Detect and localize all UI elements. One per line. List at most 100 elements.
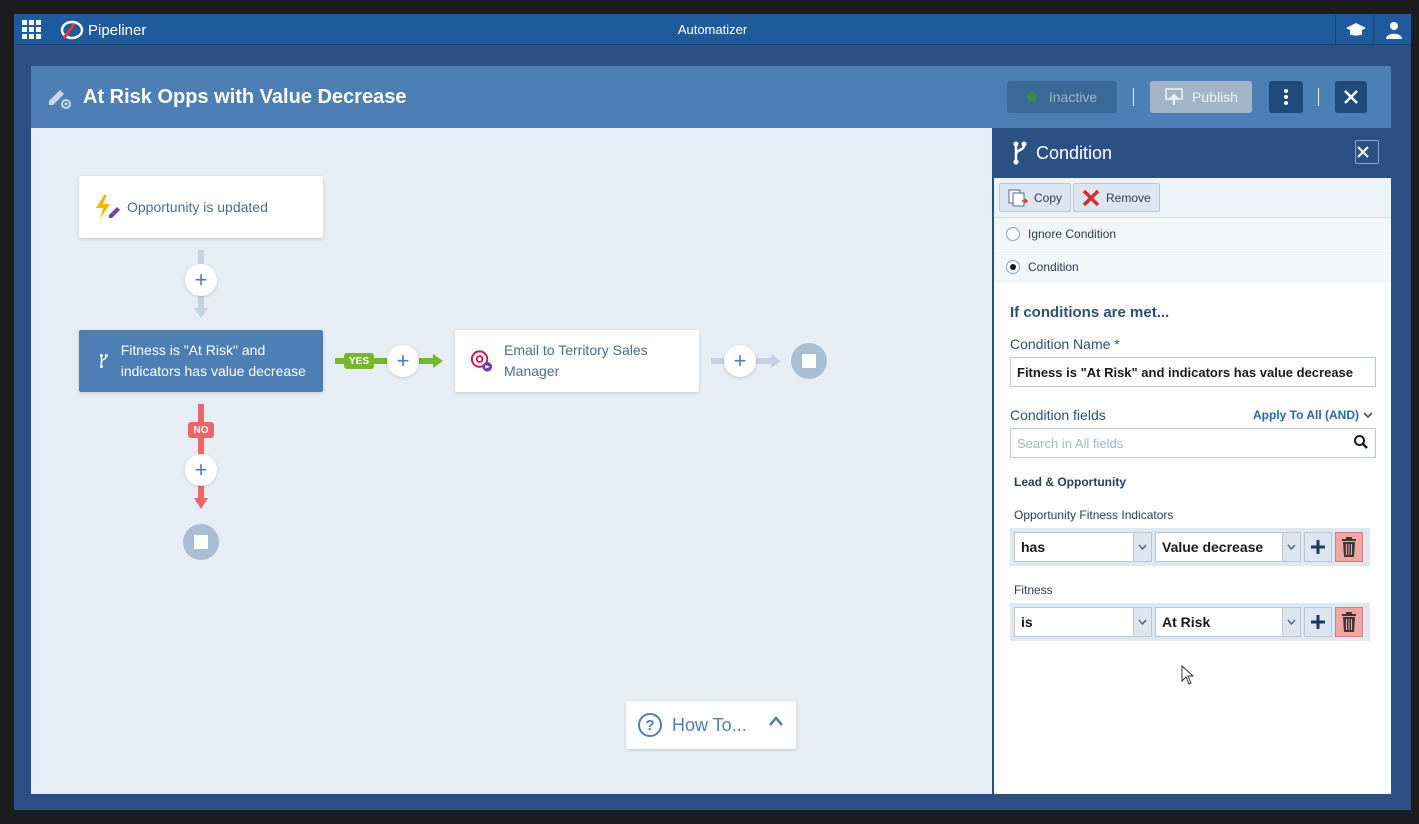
email-node-label: Email to Territory Sales Manager <box>504 342 648 379</box>
edit-settings-icon <box>49 90 71 109</box>
workflow-header: At Risk Opps with Value Decrease Inactiv… <box>31 66 1391 128</box>
ignore-condition-radio[interactable] <box>1006 227 1020 241</box>
chevron-down-icon <box>1287 619 1296 625</box>
plus-icon <box>1311 540 1325 554</box>
add-condition-button[interactable] <box>1304 607 1332 637</box>
chevron-down-icon <box>1287 544 1296 550</box>
chevron-down-icon <box>1138 619 1147 625</box>
no-branch-badge: NO <box>188 422 214 438</box>
graduation-cap-icon <box>1345 22 1366 35</box>
ignore-condition-label: Ignore Condition <box>1028 227 1117 241</box>
branch-icon <box>99 354 108 368</box>
lightning-edit-icon <box>96 195 120 219</box>
condition-fields-label: Condition fields <box>1010 407 1106 423</box>
apply-to-all-dropdown[interactable]: Apply To All (AND) <box>1253 408 1373 422</box>
branch-icon <box>1013 141 1027 165</box>
condition-option-label: Condition <box>1028 260 1079 274</box>
delete-condition-button[interactable] <box>1335 532 1363 562</box>
add-step-yes-button[interactable]: + <box>387 345 419 377</box>
condition-node-label: Fitness is "At Risk" and indicators has … <box>120 342 306 379</box>
workflow-title: At Risk Opps with Value Decrease <box>83 86 407 108</box>
app-title: Automatizer <box>677 22 748 37</box>
publish-button[interactable]: Publish <box>1150 81 1252 113</box>
email-action-icon <box>470 350 493 372</box>
field-value: Value decrease <box>1162 539 1264 555</box>
inactive-label: Inactive <box>1048 89 1098 105</box>
remove-button[interactable]: Remove <box>1073 183 1160 212</box>
trigger-label: Opportunity is updated <box>127 199 268 215</box>
condition-field-row: is At Risk <box>1010 603 1370 641</box>
close-panel-button[interactable] <box>1355 140 1379 164</box>
field-label: Fitness <box>1014 583 1053 597</box>
add-step-no-button[interactable]: + <box>185 454 217 486</box>
inactive-toggle-button[interactable]: Inactive <box>1007 81 1117 113</box>
trash-icon <box>1342 537 1356 557</box>
publish-label: Publish <box>1192 89 1238 105</box>
copy-button[interactable]: Copy <box>999 183 1072 212</box>
stop-icon <box>802 354 816 368</box>
trash-icon <box>1342 612 1356 632</box>
field-group-label: Lead & Opportunity <box>1014 475 1126 489</box>
panel-title: Condition <box>1036 142 1113 163</box>
operator-select[interactable]: has <box>1014 532 1152 562</box>
add-step-after-email-button[interactable]: + <box>724 345 756 377</box>
chevron-down-icon <box>1363 412 1373 419</box>
email-action-node[interactable]: Email to Territory Sales Manager <box>455 330 699 392</box>
end-node[interactable] <box>183 524 219 560</box>
more-vertical-icon <box>1284 89 1288 105</box>
copy-label: Copy <box>1034 190 1063 205</box>
mouse-cursor-icon <box>1181 665 1195 685</box>
top-bar: Pipeliner Automatizer <box>14 14 1411 45</box>
end-node[interactable] <box>791 343 827 379</box>
condition-node[interactable]: Fitness is "At Risk" and indicators has … <box>79 330 323 392</box>
field-value: At Risk <box>1162 614 1211 630</box>
ignore-condition-option[interactable]: Ignore Condition <box>994 218 1391 251</box>
condition-radio[interactable] <box>1006 260 1020 274</box>
operator-select[interactable]: is <box>1014 607 1152 637</box>
header-divider <box>1133 88 1134 106</box>
how-to-label: How To... <box>672 714 747 735</box>
chevron-down-icon <box>1138 544 1147 550</box>
trigger-node[interactable]: Opportunity is updated <box>79 176 323 238</box>
value-select[interactable]: Value decrease <box>1155 532 1301 562</box>
if-conditions-heading: If conditions are met... <box>1010 304 1170 321</box>
add-step-button[interactable]: + <box>185 264 217 296</box>
more-options-button[interactable] <box>1269 81 1303 113</box>
academy-button[interactable] <box>1335 14 1375 45</box>
close-workflow-button[interactable] <box>1335 81 1367 113</box>
condition-field-row: has Value decrease <box>1010 528 1370 566</box>
field-label: Opportunity Fitness Indicators <box>1014 508 1174 522</box>
user-icon <box>1385 21 1402 39</box>
remove-label: Remove <box>1106 190 1151 205</box>
panel-toolbar: Copy Remove <box>994 178 1391 218</box>
remove-x-icon <box>1082 189 1100 206</box>
operator-value: is <box>1021 614 1033 630</box>
add-condition-button[interactable] <box>1304 532 1332 562</box>
stop-icon <box>194 535 208 549</box>
search-fields-input[interactable] <box>1010 428 1376 458</box>
copy-icon <box>1008 189 1028 206</box>
value-select[interactable]: At Risk <box>1155 607 1301 637</box>
condition-option[interactable]: Condition <box>994 251 1391 284</box>
header-divider <box>1318 88 1319 106</box>
how-to-panel-button[interactable]: ? How To... <box>626 701 796 749</box>
publish-icon <box>1165 88 1183 105</box>
workflow-canvas[interactable]: Opportunity is updated + Fitness is "At … <box>31 128 992 794</box>
operator-value: has <box>1021 539 1046 555</box>
condition-panel: Condition Copy Remove Ignore Condition C… <box>992 128 1391 794</box>
search-icon[interactable] <box>1354 435 1368 449</box>
close-icon <box>1344 90 1358 104</box>
delete-condition-button[interactable] <box>1335 607 1363 637</box>
plus-icon <box>1311 615 1325 629</box>
condition-name-label: Condition Name * <box>1010 336 1120 352</box>
chevron-up-icon <box>769 716 783 726</box>
user-profile-button[interactable] <box>1373 14 1411 45</box>
close-icon <box>1357 146 1369 158</box>
panel-header: Condition <box>994 128 1391 178</box>
apply-to-all-label: Apply To All (AND) <box>1253 408 1359 422</box>
yes-branch-badge: YES <box>344 353 374 369</box>
status-dot-icon <box>1026 92 1037 102</box>
help-icon: ? <box>638 713 662 737</box>
condition-name-input[interactable] <box>1010 357 1376 387</box>
app-window: Pipeliner Automatizer At Risk Opps with … <box>14 14 1411 810</box>
